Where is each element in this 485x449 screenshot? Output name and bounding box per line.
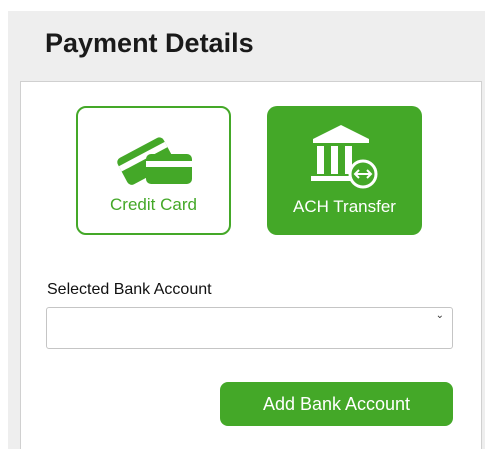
bank-account-select[interactable]: ⌄ [46,307,453,349]
chevron-down-icon: ⌄ [435,310,444,321]
credit-card-label: Credit Card [110,195,197,214]
bank-transfer-icon [311,125,378,189]
add-bank-account-button[interactable]: Add Bank Account [220,382,453,426]
credit-card-option[interactable]: Credit Card [76,106,231,235]
ach-transfer-label: ACH Transfer [293,197,396,216]
page-title: Payment Details [45,28,254,58]
ach-transfer-option[interactable]: ACH Transfer [267,106,422,235]
credit-card-icon [117,137,192,185]
bank-account-label: Selected Bank Account [47,281,212,298]
